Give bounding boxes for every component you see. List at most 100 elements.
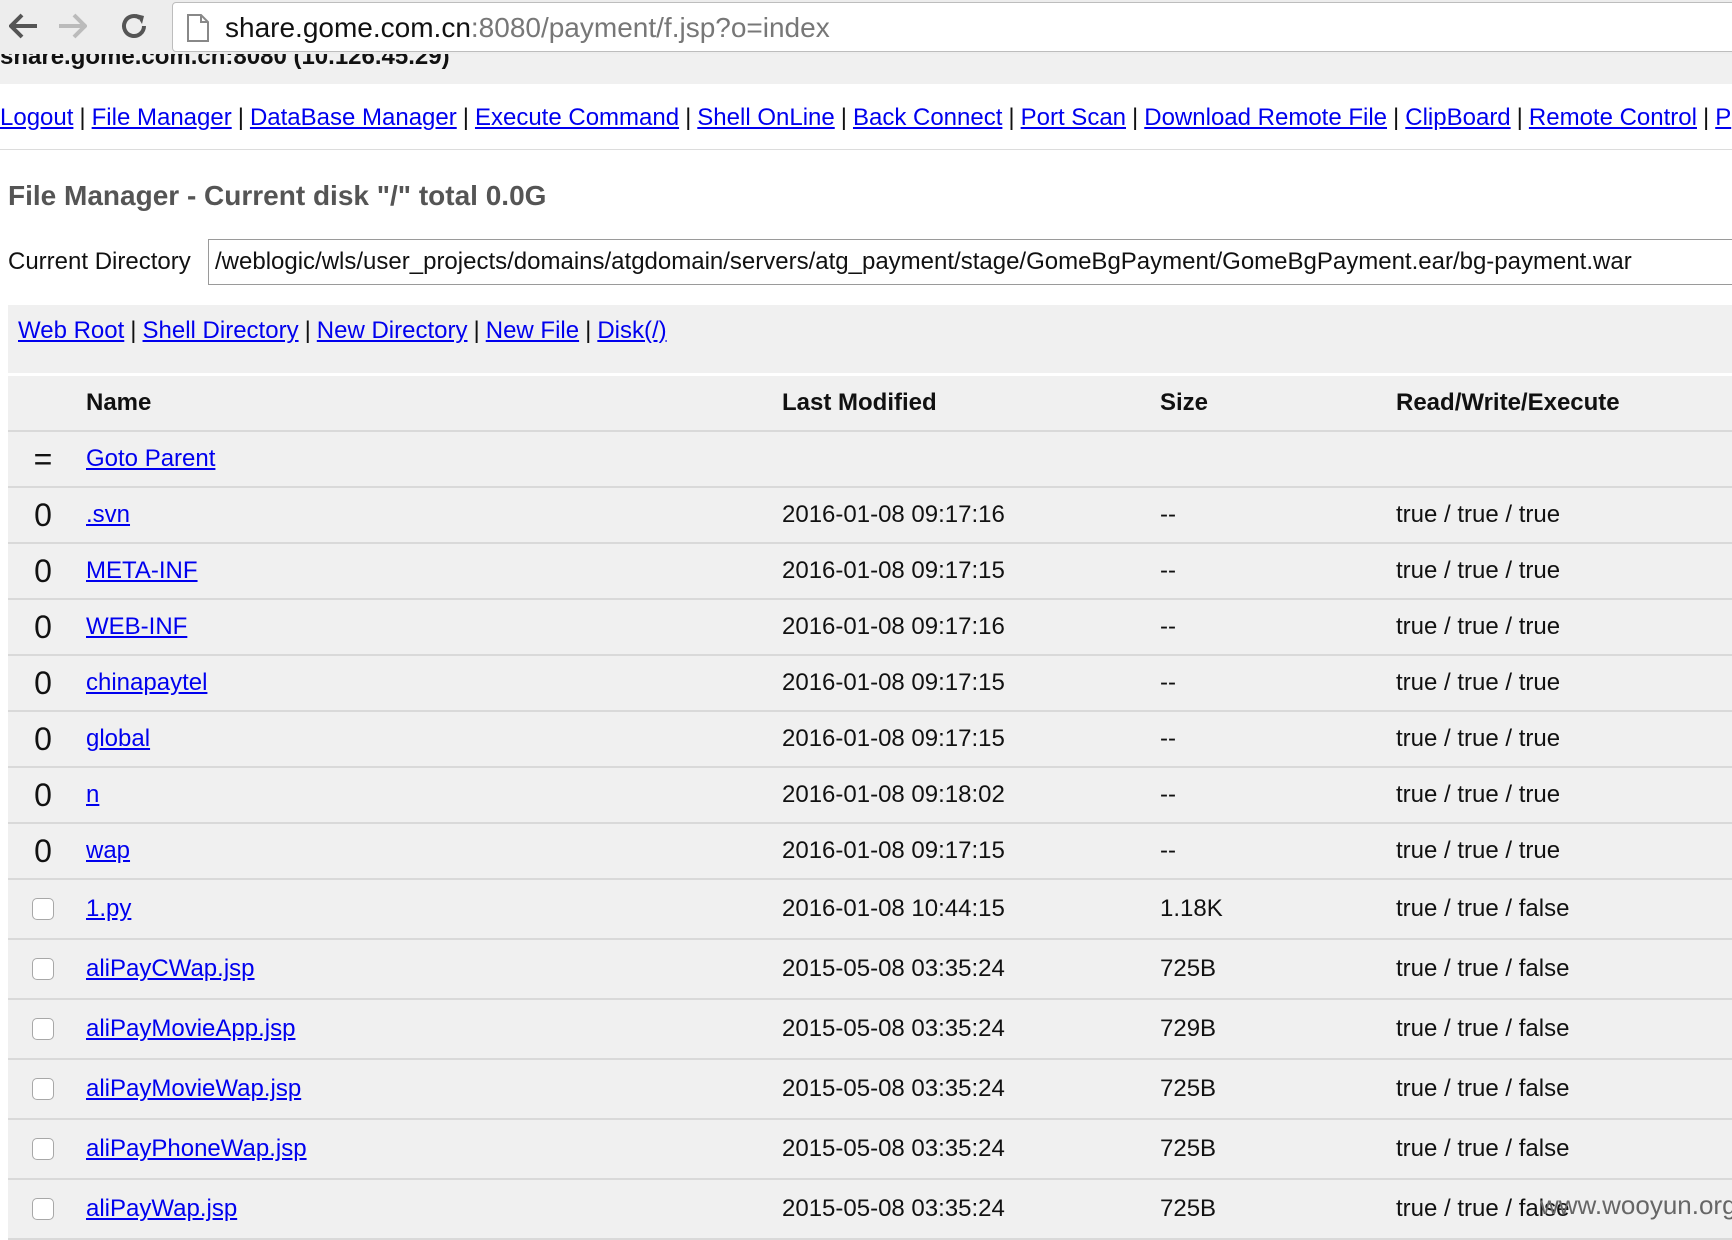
menu-separator: | — [462, 104, 469, 131]
file-row: aliPayMovieApp.jsp 2015-05-08 03:35:24 729… — [8, 1000, 1732, 1060]
file-checkbox[interactable] — [32, 958, 54, 980]
file-checkbox[interactable] — [32, 1018, 54, 1040]
file-checkbox[interactable] — [32, 1078, 54, 1100]
menu-separator: | — [79, 104, 86, 131]
last-modified: 2015-05-08 03:35:24 — [782, 955, 1005, 982]
permissions: true / true / false — [1396, 895, 1570, 922]
forward-arrow-icon[interactable] — [52, 6, 92, 46]
size: -- — [1160, 669, 1176, 696]
menu-link-back-connect[interactable]: Back Connect — [853, 104, 1002, 131]
toolbar-separator: | — [473, 317, 480, 344]
permissions: true / true / false — [1396, 1135, 1570, 1162]
directory-link[interactable]: global — [86, 725, 150, 753]
size: 725B — [1160, 1075, 1217, 1102]
file-link[interactable]: aliPayPhoneWap.jsp — [86, 1135, 307, 1163]
file-link[interactable]: aliPayWap.jsp — [86, 1195, 237, 1223]
permissions: true / true / true — [1396, 725, 1561, 752]
menu-link-file-manager[interactable]: File Manager — [92, 104, 232, 131]
menu-link-remote-control[interactable]: Remote Control — [1529, 104, 1697, 131]
last-modified: 2015-05-08 03:35:24 — [782, 1135, 1005, 1162]
file-row: aliPayPhoneWap.jsp 2015-05-08 03:35:24 725… — [8, 1120, 1732, 1180]
main-menu: Logout | File Manager | DataBase Manager | Exe… — [0, 104, 1731, 132]
size: -- — [1160, 557, 1176, 584]
menu-separator: | — [1516, 104, 1523, 131]
file-row: aliPayWap.jsp 2015-05-08 03:35:24 725B true… — [8, 1180, 1732, 1240]
last-modified: 2016-01-08 09:17:16 — [782, 501, 1005, 528]
host-info: share.gome.com.cn:8080 (10.126.45.29) — [0, 54, 1732, 84]
toolbar-link-disk[interactable]: Disk(/) — [597, 317, 666, 344]
menu-link-clipboard[interactable]: ClipBoard — [1405, 104, 1510, 131]
menu-separator: | — [1132, 104, 1139, 131]
permissions: true / true / false — [1396, 955, 1570, 982]
size: -- — [1160, 837, 1176, 864]
menu-separator: | — [1008, 104, 1015, 131]
menu-link-shell-online[interactable]: Shell OnLine — [697, 104, 834, 131]
permissions: true / true / true — [1396, 613, 1561, 640]
toolbar-link-shell-directory[interactable]: Shell Directory — [143, 317, 299, 344]
file-row: aliPayMovieWap.jsp 2015-05-08 03:35:24 725… — [8, 1060, 1732, 1120]
directory-marker: 0 — [34, 776, 52, 813]
directory-link[interactable]: chinapaytel — [86, 669, 207, 697]
menu-link-database-manager[interactable]: DataBase Manager — [250, 104, 457, 131]
menu-link-p[interactable]: P — [1715, 104, 1731, 131]
size: 725B — [1160, 1195, 1217, 1222]
toolbar-link-web-root[interactable]: Web Root — [18, 317, 124, 344]
directory-row: 0 wap 2016-01-08 09:17:15 -- true / true / t… — [8, 824, 1732, 880]
file-row: 1.py 2016-01-08 10:44:15 1.18K true / true … — [8, 880, 1732, 940]
column-header-size: Size — [1160, 389, 1209, 416]
last-modified: 2015-05-08 03:35:24 — [782, 1015, 1005, 1042]
directory-link[interactable]: .svn — [86, 501, 130, 529]
menu-link-execute-command[interactable]: Execute Command — [475, 104, 679, 131]
file-link[interactable]: aliPayMovieApp.jsp — [86, 1015, 295, 1043]
permissions: true / true / true — [1396, 781, 1561, 808]
menu-separator: | — [237, 104, 244, 131]
file-checkbox[interactable] — [32, 1198, 54, 1220]
menu-link-logout[interactable]: Logout — [0, 104, 73, 131]
directory-marker: 0 — [34, 608, 52, 645]
menu-link-port-scan[interactable]: Port Scan — [1021, 104, 1126, 131]
last-modified: 2016-01-08 09:18:02 — [782, 781, 1005, 808]
directory-row: 0 .svn 2016-01-08 09:17:16 -- true / true / … — [8, 488, 1732, 544]
last-modified: 2015-05-08 03:35:24 — [782, 1195, 1005, 1222]
last-modified: 2016-01-08 09:17:15 — [782, 557, 1005, 584]
directory-row: 0 chinapaytel 2016-01-08 09:17:15 -- true / … — [8, 656, 1732, 712]
menu-link-download-remote-file[interactable]: Download Remote File — [1144, 104, 1387, 131]
directory-link[interactable]: WEB-INF — [86, 613, 187, 641]
address-bar[interactable]: share.gome.com.cn:8080/payment/f.jsp?o=i… — [172, 2, 1732, 52]
last-modified: 2016-01-08 09:17:15 — [782, 669, 1005, 696]
file-row: aliPayCWap.jsp 2015-05-08 03:35:24 725B tru… — [8, 940, 1732, 1000]
divider — [0, 149, 1732, 150]
permissions: true / true / false — [1396, 1015, 1570, 1042]
menu-separator: | — [840, 104, 847, 131]
goto-parent-link[interactable]: Goto Parent — [86, 445, 215, 473]
last-modified: 2016-01-08 10:44:15 — [782, 895, 1005, 922]
directory-row: 0 META-INF 2016-01-08 09:17:15 -- true / tru… — [8, 544, 1732, 600]
toolbar-link-new-file[interactable]: New File — [486, 317, 579, 344]
directory-link[interactable]: n — [86, 781, 99, 809]
directory-marker: 0 — [34, 832, 52, 869]
file-checkbox[interactable] — [32, 898, 54, 920]
menu-separator: | — [1702, 104, 1710, 131]
reload-icon[interactable] — [114, 6, 154, 46]
url-text: share.gome.com.cn:8080/payment/f.jsp?o=i… — [225, 12, 830, 43]
page-icon — [187, 14, 209, 47]
directory-link[interactable]: wap — [86, 837, 130, 865]
column-header-modified: Last Modified — [782, 389, 937, 416]
directory-link[interactable]: META-INF — [86, 557, 198, 585]
permissions: true / true / true — [1396, 501, 1561, 528]
file-link[interactable]: aliPayCWap.jsp — [86, 955, 255, 983]
size: 1.18K — [1160, 895, 1223, 922]
file-link[interactable]: aliPayMovieWap.jsp — [86, 1075, 301, 1103]
toolbar-link-new-directory[interactable]: New Directory — [317, 317, 468, 344]
directory-marker: 0 — [34, 720, 52, 757]
current-directory-input[interactable] — [208, 239, 1732, 285]
size: -- — [1160, 725, 1176, 752]
permissions: true / true / false — [1396, 1075, 1570, 1102]
back-arrow-icon[interactable] — [4, 6, 44, 46]
directory-row: 0 global 2016-01-08 09:17:15 -- true / true … — [8, 712, 1732, 768]
column-header-name: Name — [86, 389, 152, 416]
directory-marker: 0 — [34, 664, 52, 701]
file-checkbox[interactable] — [32, 1138, 54, 1160]
file-link[interactable]: 1.py — [86, 895, 131, 923]
column-header-permissions: Read/Write/Execute — [1396, 389, 1620, 416]
